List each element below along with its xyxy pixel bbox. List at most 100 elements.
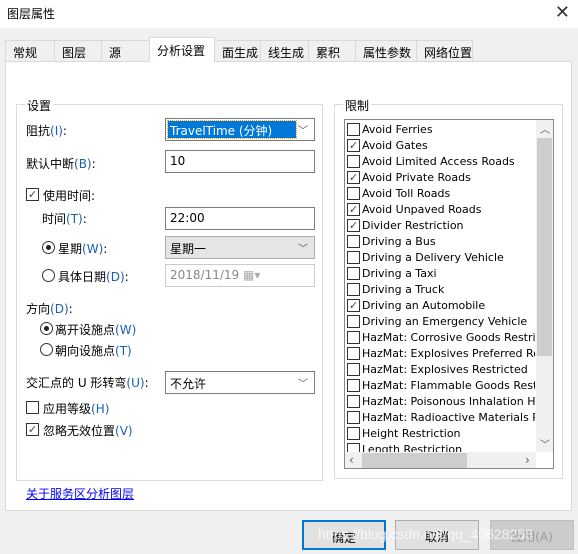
scroll-up-icon[interactable]: ︿ xyxy=(540,121,550,136)
restrictions-list[interactable]: Avoid Ferries ✓ Avoid Gates Avoid Limited A… xyxy=(344,119,554,469)
tab-5[interactable]: 线生成 xyxy=(260,40,309,61)
tab-2[interactable]: 源 xyxy=(101,40,150,61)
impedance-value: TravelTime (分钟) xyxy=(167,120,297,139)
restriction-item[interactable]: Avoid Toll Roads xyxy=(347,186,535,202)
restriction-checkbox[interactable]: ✓ xyxy=(347,219,360,232)
specific-date-label: 具体日期(D): xyxy=(58,270,129,284)
time-label: 时间(T): xyxy=(42,212,87,226)
about-service-area-link[interactable]: 关于服务区分析图层 xyxy=(26,485,134,502)
time-input[interactable]: 22:00 xyxy=(165,207,315,230)
horizontal-scrollbar[interactable]: ‹ › xyxy=(345,452,536,468)
restriction-label: HazMat: Explosives Restricted xyxy=(362,363,528,376)
date-picker[interactable]: 2018/11/19 ▦▾ xyxy=(165,264,315,287)
restriction-checkbox[interactable] xyxy=(347,267,360,280)
restriction-checkbox[interactable] xyxy=(347,251,360,264)
restriction-label: HazMat: Explosives Preferred Route xyxy=(362,347,535,360)
restriction-label: Avoid Limited Access Roads xyxy=(362,155,515,168)
restriction-label: Avoid Gates xyxy=(362,139,428,152)
hierarchy-checkbox[interactable] xyxy=(26,401,39,414)
restriction-label: Driving a Bus xyxy=(362,235,436,248)
restriction-label: Avoid Toll Roads xyxy=(362,187,451,200)
scroll-down-icon[interactable]: ﹀ xyxy=(540,436,550,451)
restriction-item[interactable]: Avoid Limited Access Roads xyxy=(347,154,535,170)
default-cutoff-label: 默认中断(B): xyxy=(26,157,96,171)
restriction-item[interactable]: Driving a Bus xyxy=(347,234,535,250)
tab-1[interactable]: 图层 xyxy=(54,40,102,61)
vertical-scroll-thumb[interactable] xyxy=(537,138,552,356)
restriction-item[interactable]: HazMat: Radioactive Materials Preferred xyxy=(347,410,535,426)
restriction-item[interactable]: Driving an Emergency Vehicle xyxy=(347,314,535,330)
chevron-down-icon: ﹀ xyxy=(298,379,308,390)
restriction-item[interactable]: HazMat: Flammable Goods Restricted xyxy=(347,378,535,394)
watermark: https://blog.csdn.net/qq_40628258 xyxy=(318,526,533,542)
tab-4[interactable]: 面生成 xyxy=(214,40,261,61)
restriction-item[interactable]: ✓ Driving an Automobile xyxy=(347,298,535,314)
weekday-label: 星期(W): xyxy=(58,242,108,256)
close-icon[interactable]: ✕ xyxy=(555,2,570,23)
tab-8[interactable]: 网络位置 xyxy=(416,40,473,61)
restriction-item[interactable]: HazMat: Poisonous Inhalation Hazard xyxy=(347,394,535,410)
restriction-item[interactable]: Driving a Truck xyxy=(347,282,535,298)
tab-0[interactable]: 常规 xyxy=(5,40,55,61)
restriction-checkbox[interactable] xyxy=(347,427,360,440)
restriction-checkbox[interactable] xyxy=(347,155,360,168)
hierarchy-label: 应用等级(H) xyxy=(43,402,110,416)
ignore-invalid-checkbox[interactable]: ✓ xyxy=(26,423,39,436)
tab-6[interactable]: 累积 xyxy=(308,40,356,61)
restriction-item[interactable]: ✓ Avoid Unpaved Roads xyxy=(347,202,535,218)
tab-7[interactable]: 属性参数 xyxy=(355,40,417,61)
use-time-checkbox[interactable]: ✓ xyxy=(26,188,39,201)
scroll-left-icon[interactable]: ‹ xyxy=(349,453,354,467)
restriction-label: Avoid Private Roads xyxy=(362,171,471,184)
restriction-checkbox[interactable] xyxy=(347,379,360,392)
weekday-radio[interactable] xyxy=(42,241,55,254)
restriction-checkbox[interactable] xyxy=(347,315,360,328)
away-from-facility-radio[interactable] xyxy=(40,322,53,335)
impedance-dropdown[interactable]: TravelTime (分钟) ﹀ xyxy=(165,118,315,141)
restriction-checkbox[interactable] xyxy=(347,283,360,296)
specific-date-radio[interactable] xyxy=(42,269,55,282)
restriction-checkbox[interactable]: ✓ xyxy=(347,299,360,312)
restriction-item[interactable]: Driving a Taxi xyxy=(347,266,535,282)
restriction-item[interactable]: ✓ Avoid Gates xyxy=(347,138,535,154)
restriction-checkbox[interactable] xyxy=(347,363,360,376)
restriction-item[interactable]: Avoid Ferries xyxy=(347,122,535,138)
window-title: 图层属性 xyxy=(7,7,56,21)
restriction-item[interactable]: Driving a Delivery Vehicle xyxy=(347,250,535,266)
tab-3[interactable]: 分析设置 xyxy=(149,37,215,62)
chevron-down-icon: ﹀ xyxy=(298,126,308,137)
restriction-checkbox[interactable] xyxy=(347,411,360,424)
restriction-checkbox[interactable]: ✓ xyxy=(347,171,360,184)
weekday-dropdown[interactable]: 星期一 ﹀ xyxy=(165,236,315,259)
uturn-dropdown[interactable]: 不允许 ﹀ xyxy=(165,371,315,394)
title-bar: 图层属性 ✕ xyxy=(0,0,578,28)
restriction-label: Driving a Truck xyxy=(362,283,445,296)
restriction-checkbox[interactable] xyxy=(347,395,360,408)
horizontal-scroll-thumb[interactable] xyxy=(362,453,467,468)
restriction-checkbox[interactable]: ✓ xyxy=(347,203,360,216)
restriction-checkbox[interactable] xyxy=(347,331,360,344)
away-label: 离开设施点(W) xyxy=(55,323,137,337)
restriction-item[interactable]: ✓ Divider Restriction xyxy=(347,218,535,234)
restriction-label: Driving a Taxi xyxy=(362,267,437,280)
restriction-checkbox[interactable]: ✓ xyxy=(347,139,360,152)
toward-facility-radio[interactable] xyxy=(40,343,53,356)
restriction-item[interactable]: ✓ Avoid Private Roads xyxy=(347,170,535,186)
restriction-item[interactable]: HazMat: Explosives Restricted xyxy=(347,362,535,378)
ignore-invalid-label: 忽略无效位置(V) xyxy=(43,424,133,438)
scroll-right-icon[interactable]: › xyxy=(525,453,530,467)
chevron-down-icon: ﹀ xyxy=(298,244,308,255)
restriction-checkbox[interactable] xyxy=(347,235,360,248)
default-cutoff-input[interactable]: 10 xyxy=(165,150,315,173)
restriction-label: Divider Restriction xyxy=(362,219,464,232)
restriction-checkbox[interactable] xyxy=(347,347,360,360)
restriction-checkbox[interactable] xyxy=(347,187,360,200)
restriction-label: Driving an Automobile xyxy=(362,299,486,312)
vertical-scrollbar[interactable]: ︿ ﹀ xyxy=(536,120,553,452)
restriction-checkbox[interactable] xyxy=(347,123,360,136)
restriction-item[interactable]: HazMat: Corrosive Goods Restricted xyxy=(347,330,535,346)
restriction-item[interactable]: HazMat: Explosives Preferred Route xyxy=(347,346,535,362)
restriction-item[interactable]: Height Restriction xyxy=(347,426,535,442)
calendar-icon: ▦▾ xyxy=(243,268,261,282)
restriction-label: Avoid Unpaved Roads xyxy=(362,203,482,216)
